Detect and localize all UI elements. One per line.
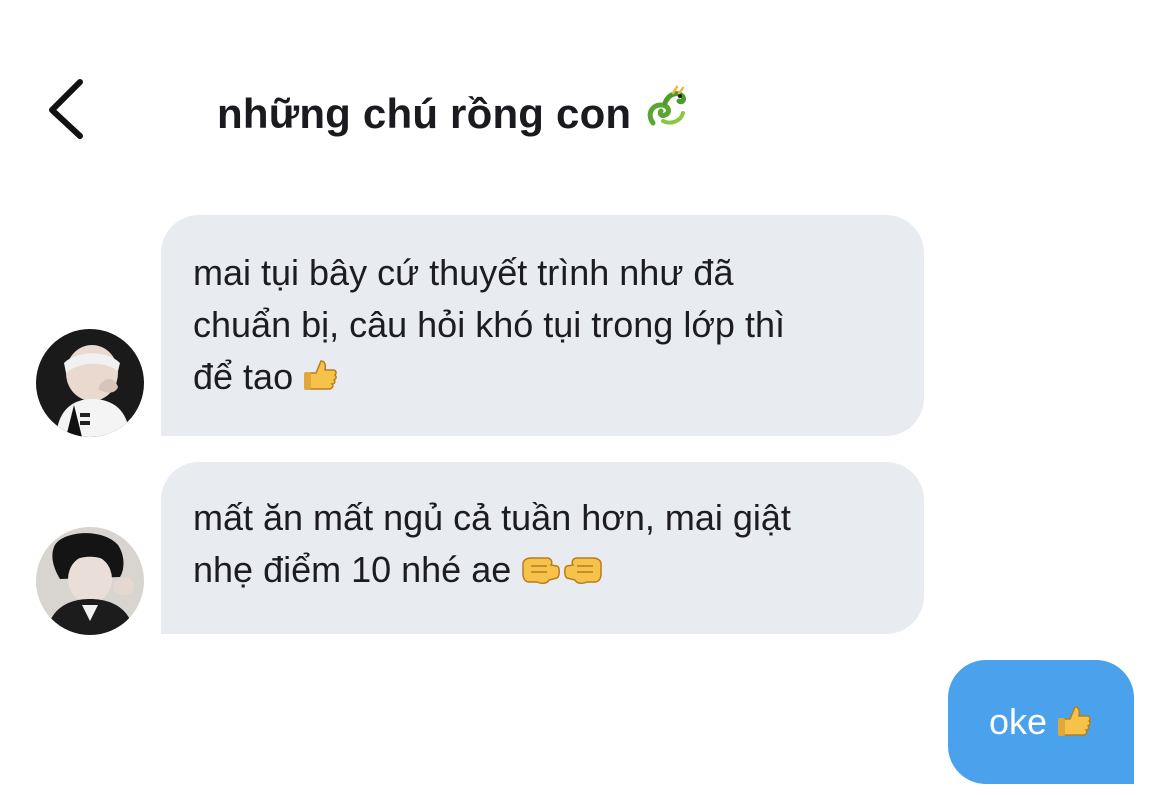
thumbs-up-icon — [301, 357, 339, 395]
chat-title: những chú rồng con — [217, 85, 691, 143]
chevron-left-icon — [49, 79, 83, 139]
back-button[interactable] — [40, 76, 94, 140]
avatar[interactable] — [36, 527, 144, 635]
avatar[interactable] — [36, 329, 144, 437]
right-facing-fist-icon — [563, 554, 605, 588]
message-text: mất ăn mất ngủ cả tuần hơn, mai giật nhẹ… — [193, 497, 791, 590]
chat-title-text: những chú rồng con — [217, 90, 632, 137]
thumbs-up-icon — [1055, 703, 1093, 741]
left-facing-fist-icon — [519, 554, 561, 588]
message-text: mai tụi bây cứ thuyết trình như đã chuẩn… — [193, 252, 785, 397]
message-bubble[interactable]: mai tụi bây cứ thuyết trình như đã chuẩn… — [161, 215, 924, 436]
message-bubble-outgoing[interactable]: oke — [948, 660, 1134, 784]
dragon-icon — [643, 85, 691, 143]
message-text: oke — [988, 701, 1048, 742]
message-bubble[interactable]: mất ăn mất ngủ cả tuần hơn, mai giật nhẹ… — [161, 462, 924, 634]
